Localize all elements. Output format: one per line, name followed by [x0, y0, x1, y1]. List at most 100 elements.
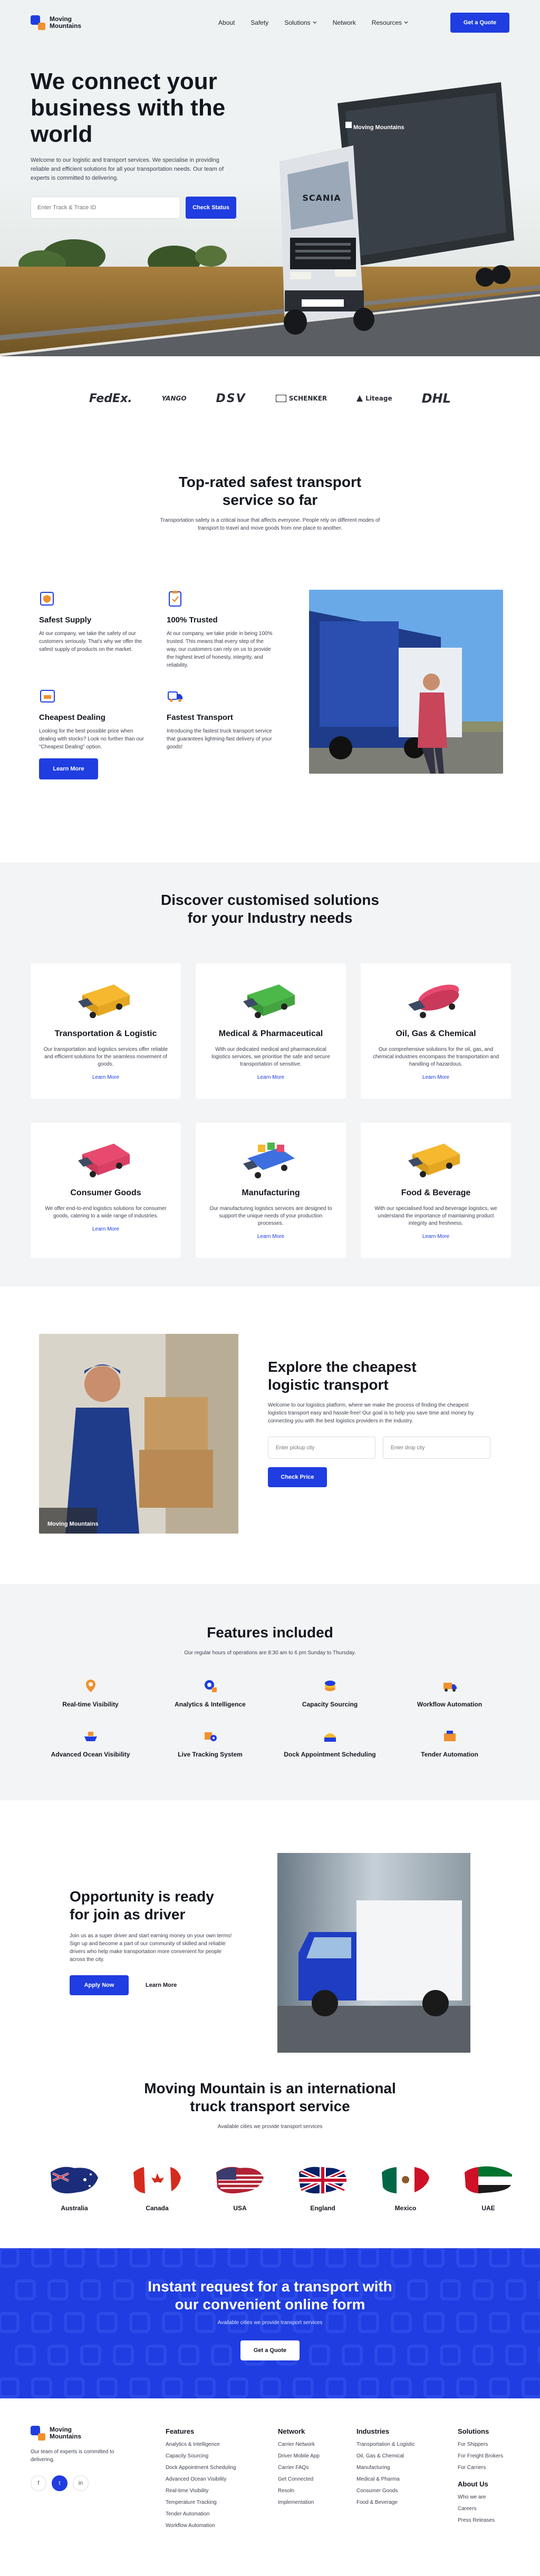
footer-link[interactable]: Food & Beverage: [356, 2500, 414, 2505]
footer-link[interactable]: Workflow Automation: [166, 2523, 236, 2529]
truck-brand-label: SCANIA: [302, 193, 341, 203]
canada-flag-icon: [133, 2167, 181, 2194]
safest-learn-more-button[interactable]: Learn More: [39, 758, 98, 779]
drop-city-input[interactable]: [383, 1437, 490, 1459]
included-label: Capacity Sourcing: [302, 1701, 358, 1708]
included-label: Dock Appointment Scheduling: [284, 1751, 376, 1758]
solution-card-manufacturing[interactable]: Manufacturing Our manufacturing logistic…: [196, 1123, 346, 1258]
solution-text: With our dedicated medical and pharmaceu…: [211, 1047, 330, 1067]
footer-col-industries: Industries Transportation & Logistic Oil…: [356, 2427, 414, 2511]
footer-link[interactable]: Advanced Ocean Visibility: [166, 2476, 236, 2482]
footer-link[interactable]: Carrier Network: [278, 2442, 320, 2447]
solution-learn-more-link[interactable]: Learn More: [31, 1226, 181, 1232]
location-pin-icon: [85, 1680, 95, 1692]
footer-link[interactable]: Capacity Sourcing: [166, 2453, 236, 2459]
included-title: Features included: [207, 1624, 333, 1641]
footer-link[interactable]: Implementation: [278, 2500, 320, 2505]
footer-link[interactable]: For Carriers: [458, 2465, 503, 2471]
footer-link[interactable]: Manufacturing: [356, 2465, 414, 2471]
partner-logo-yango: YANGO: [161, 395, 187, 402]
linkedin-icon[interactable]: in: [73, 2475, 89, 2491]
track-id-input[interactable]: [31, 197, 180, 219]
footer-col-title: Solutions: [458, 2427, 489, 2435]
nav-link-about[interactable]: About: [218, 19, 235, 26]
footer-link[interactable]: Careers: [458, 2506, 503, 2512]
footer-link[interactable]: Oil, Gas & Chemical: [356, 2453, 414, 2459]
cheapest-title: Explore the cheapest logistic transport: [268, 1358, 500, 1394]
uae-flag-icon: [465, 2166, 512, 2194]
footer-col-features: Features Analytics & Intelligence Capaci…: [166, 2427, 236, 2534]
pickup-city-input[interactable]: [268, 1437, 375, 1459]
included-item: Analytics & Intelligence: [150, 1678, 270, 1708]
twitter-icon[interactable]: t: [52, 2475, 68, 2491]
solution-card-medical[interactable]: Medical & Pharmaceutical With our dedica…: [196, 963, 346, 1099]
driver-text: Join us as a super driver and start earn…: [70, 1933, 232, 1963]
solution-learn-more-link[interactable]: Learn More: [361, 1075, 511, 1080]
nav-link-solutions-label[interactable]: Solutions: [284, 19, 310, 26]
country-label: UAE: [481, 2204, 495, 2212]
partner-logos: FedEx. YANGO DSV SCHENKER Liteage DHL: [0, 356, 540, 441]
check-price-button[interactable]: Check Price: [268, 1467, 327, 1487]
check-status-button[interactable]: Check Status: [186, 197, 236, 219]
nav-link-resources-label[interactable]: Resources: [372, 19, 402, 26]
footer-link[interactable]: Real-time Visibility: [166, 2488, 236, 2494]
country-mexico[interactable]: Mexico: [377, 2162, 435, 2212]
driver-learn-more-link[interactable]: Learn More: [146, 1982, 177, 1988]
nav-link-resources[interactable]: Resources: [372, 19, 408, 26]
solution-learn-more-link[interactable]: Learn More: [196, 1234, 346, 1240]
feature-cheapest-dealing: Cheapest Dealing Looking for the best po…: [39, 687, 155, 751]
footer-link[interactable]: Temperature Tracking: [166, 2500, 236, 2505]
footer-col-solutions: Solutions For Shippers For Freight Broke…: [458, 2427, 503, 2529]
country-uae[interactable]: UAE: [459, 2162, 517, 2212]
country-canada[interactable]: Canada: [128, 2162, 186, 2212]
trailer-logo-label: Moving Mountains: [353, 124, 404, 131]
social-links: f t in: [31, 2475, 136, 2491]
footer-link[interactable]: Tender Automation: [166, 2511, 236, 2517]
solution-learn-more-link[interactable]: Learn More: [361, 1234, 511, 1240]
footer-link[interactable]: For Freight Brokers: [458, 2453, 503, 2459]
country-australia[interactable]: Australia: [45, 2162, 103, 2212]
feature-title: Fastest Transport: [167, 713, 233, 722]
solution-text: Our comprehensive solutions for the oil,…: [372, 1047, 499, 1067]
solution-card-consumer-goods[interactable]: Consumer Goods We offer end-to-end logis…: [31, 1123, 181, 1258]
footer-link[interactable]: Get Connected: [278, 2476, 320, 2482]
footer-link[interactable]: Transportation & Logistic: [356, 2442, 414, 2447]
nav-link-solutions[interactable]: Solutions: [284, 19, 317, 26]
footer-link[interactable]: Driver Mobile App: [278, 2453, 320, 2459]
logo-text: Moving Mountains: [50, 2426, 81, 2440]
facebook-icon[interactable]: f: [31, 2475, 46, 2491]
footer-logo[interactable]: Moving Mountains: [31, 2426, 136, 2441]
nav-link-about-label[interactable]: About: [218, 19, 235, 26]
nav-link-safety-label[interactable]: Safety: [250, 19, 268, 26]
footer-link[interactable]: For Shippers: [458, 2442, 503, 2447]
solution-learn-more-link[interactable]: Learn More: [196, 1075, 346, 1080]
solution-card-transportation[interactable]: Transportation & Logistic Our transporta…: [31, 963, 181, 1099]
solution-card-food-beverage[interactable]: Food & Beverage With our specialised foo…: [361, 1123, 511, 1258]
solution-card-oil-gas[interactable]: Oil, Gas & Chemical Our comprehensive so…: [361, 963, 511, 1099]
included-grid: Real-time Visibility Analytics & Intelli…: [31, 1678, 509, 1758]
apply-now-button[interactable]: Apply Now: [70, 1975, 129, 1995]
footer-link[interactable]: Who we are: [458, 2494, 503, 2500]
nav-link-network[interactable]: Network: [333, 19, 356, 26]
footer-link[interactable]: Dock Appointment Scheduling: [166, 2465, 236, 2471]
footer-link[interactable]: Carrier FAQs: [278, 2465, 320, 2471]
footer-link[interactable]: Analytics & Intelligence: [166, 2442, 236, 2447]
settings-chart-icon: [204, 1680, 217, 1692]
country-england[interactable]: England: [294, 2162, 352, 2212]
footer-link[interactable]: Resoln: [278, 2488, 320, 2494]
included-item: Live Tracking System: [150, 1728, 270, 1758]
delivery-van-photo: [277, 1853, 470, 2053]
cta-get-quote-button[interactable]: Get a Quote: [240, 2340, 300, 2360]
nav-link-network-label[interactable]: Network: [333, 19, 356, 26]
footer-link[interactable]: Medical & Pharma: [356, 2476, 414, 2482]
dock-calendar-icon: [323, 1733, 336, 1742]
nav-get-quote-button[interactable]: Get a Quote: [450, 13, 509, 33]
footer-link[interactable]: Press Releases: [458, 2518, 503, 2523]
solution-learn-more-link[interactable]: Learn More: [31, 1075, 181, 1080]
footer-link[interactable]: Consumer Goods: [356, 2488, 414, 2494]
included-label: Workflow Automation: [417, 1701, 483, 1708]
footer: Moving Mountains Our team of experts is …: [0, 2398, 540, 2576]
country-usa[interactable]: USA: [211, 2162, 269, 2212]
nav-link-safety[interactable]: Safety: [250, 19, 268, 26]
brand-logo[interactable]: Moving Mountains: [31, 15, 81, 30]
